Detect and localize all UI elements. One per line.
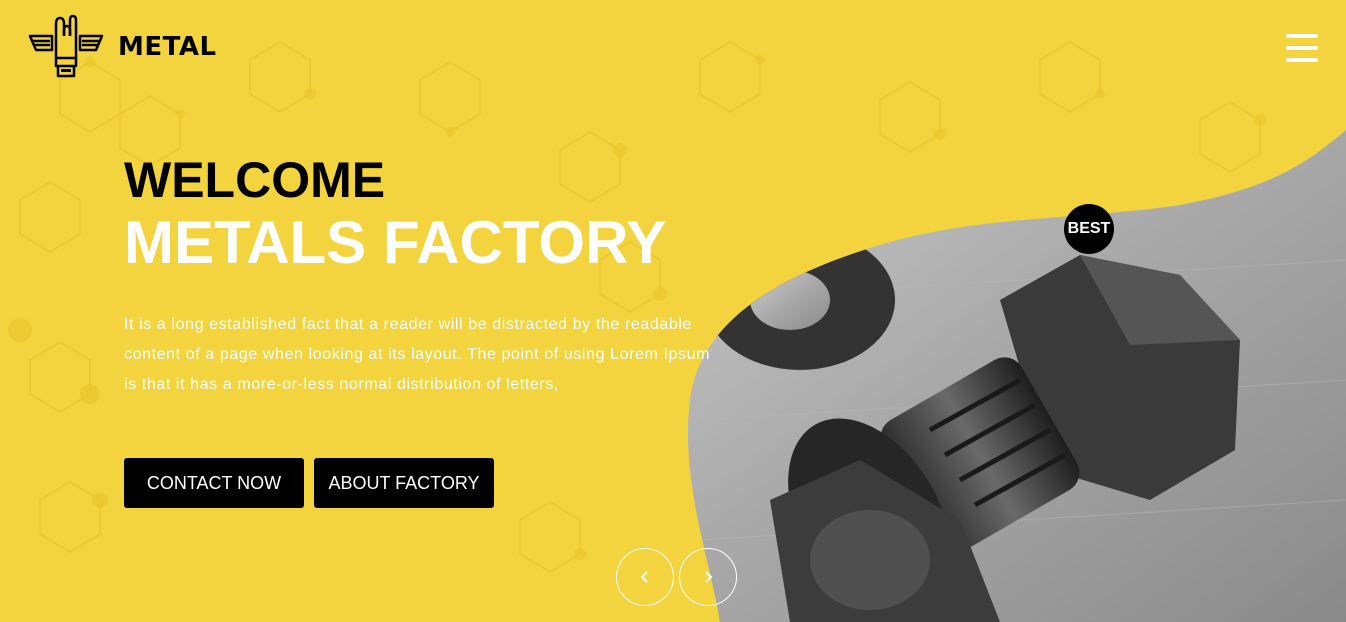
chevron-left-icon — [640, 571, 648, 583]
hamburger-menu-icon[interactable] — [1286, 34, 1318, 62]
about-factory-button[interactable]: ABOUT FACTORY — [314, 458, 494, 508]
hero-description: It is a long established fact that a rea… — [124, 316, 711, 393]
hero-title: METALS FACTORY — [124, 209, 667, 276]
chevron-right-icon — [705, 571, 713, 583]
hero-welcome: WELCOME — [124, 152, 386, 208]
best-badge: BEST — [1064, 204, 1114, 254]
contact-now-button[interactable]: CONTACT NOW — [124, 458, 304, 508]
carousel-next-button[interactable] — [679, 548, 737, 606]
rock-hand-wings-icon — [28, 14, 104, 78]
carousel-prev-button[interactable] — [616, 548, 674, 606]
brand-logo[interactable]: METAL — [28, 14, 217, 80]
brand-name: METAL — [118, 32, 217, 62]
hero-section: METAL WELCOME METALS FACTORY It is a lon… — [0, 0, 1346, 622]
